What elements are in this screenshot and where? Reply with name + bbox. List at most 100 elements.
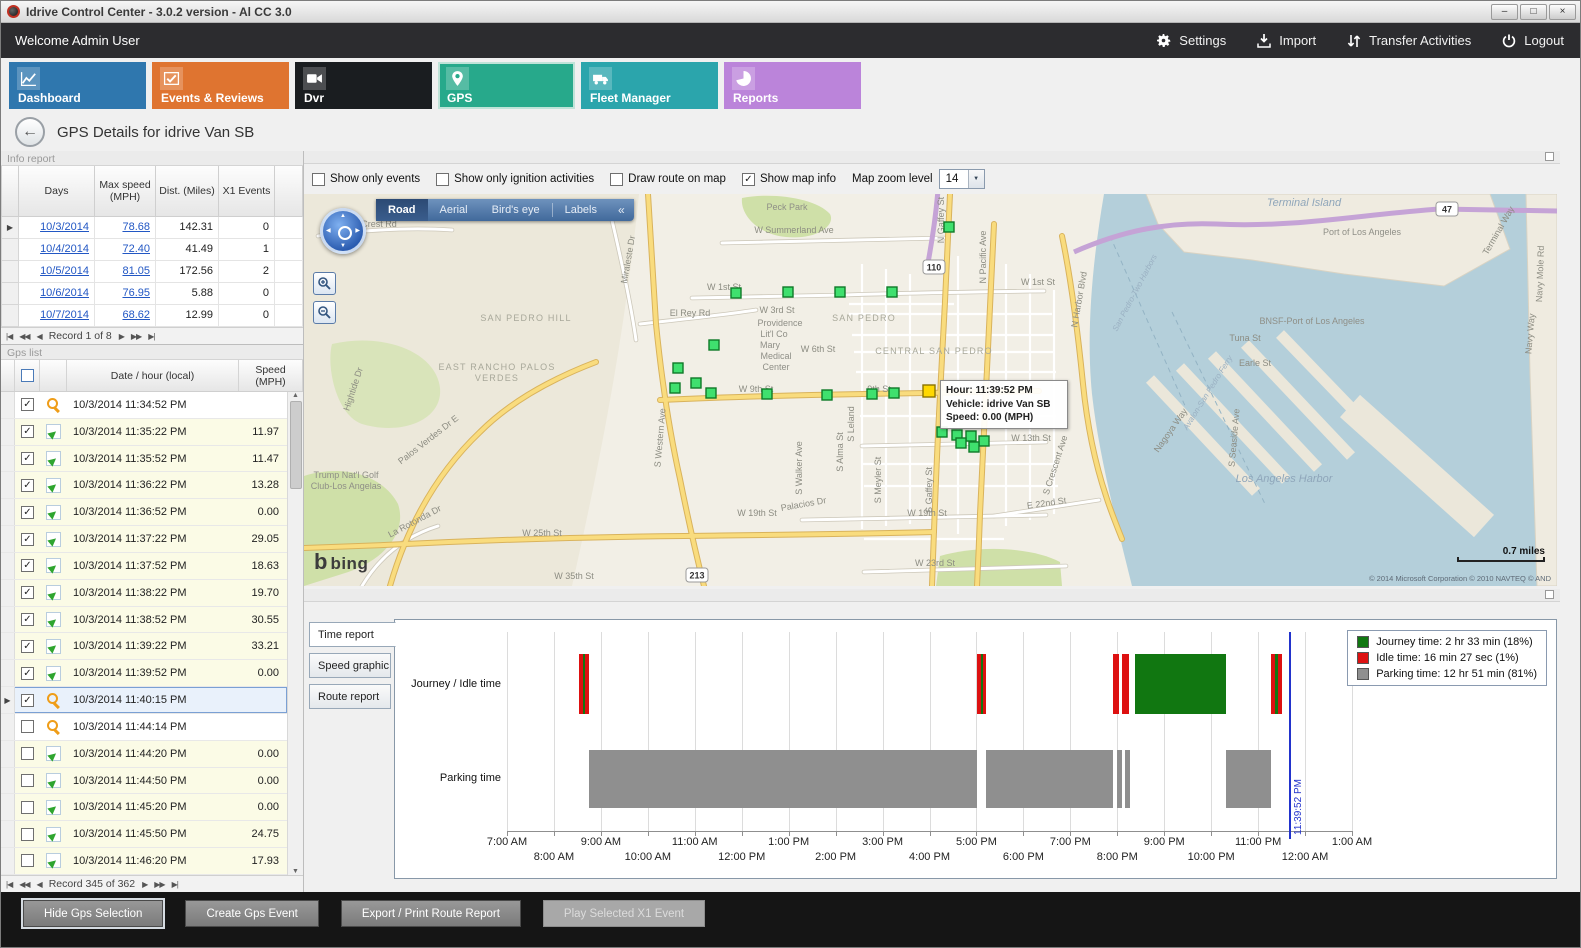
day-link[interactable]: 10/5/2014 (40, 265, 89, 277)
tab-events-reviews[interactable]: Events & Reviews (152, 62, 289, 109)
row-checkbox[interactable]: ✓ (21, 425, 34, 438)
bing-map[interactable]: Crest RdPeck ParkW Summerland AveMirales… (304, 194, 1557, 586)
gps-marker[interactable] (670, 383, 680, 393)
row-checkbox[interactable] (21, 720, 34, 733)
gps-row[interactable]: ✓10/3/2014 11:37:52 PM18.63 (1, 553, 287, 580)
row-checkbox[interactable]: ✓ (21, 667, 34, 680)
first-record-button[interactable]: |◀ (6, 332, 12, 341)
gps-row[interactable]: ✓10/3/2014 11:37:22 PM29.05 (1, 526, 287, 553)
gps-row[interactable]: ▶✓10/3/2014 11:40:15 PM (1, 687, 287, 714)
zoom-level-dropdown[interactable]: 14 ▼ (939, 169, 985, 189)
import-button[interactable]: Import (1256, 33, 1316, 49)
select-all-checkbox[interactable] (21, 369, 34, 382)
gps-row[interactable]: ✓10/3/2014 11:38:52 PM30.55 (1, 607, 287, 634)
gps-marker[interactable] (706, 388, 716, 398)
gps-row[interactable]: 10/3/2014 11:44:20 PM0.00 (1, 741, 287, 768)
gps-row[interactable]: ✓10/3/2014 11:39:22 PM33.21 (1, 633, 287, 660)
row-checkbox[interactable] (21, 854, 34, 867)
tab-dvr[interactable]: Dvr (295, 62, 432, 109)
col-speed[interactable]: Speed (MPH) (239, 360, 303, 391)
next-page-button[interactable]: ▶▶ (131, 332, 141, 341)
map-type-road[interactable]: Road (376, 199, 428, 221)
row-checkbox[interactable]: ✓ (21, 506, 34, 519)
gps-row[interactable]: 10/3/2014 11:44:14 PM (1, 714, 287, 741)
row-checkbox[interactable]: ✓ (21, 640, 34, 653)
col-x1-events[interactable]: X1 Events (219, 166, 275, 216)
gps-list-scrollbar[interactable]: ▲ ▼ (287, 392, 303, 875)
gps-row[interactable]: 10/3/2014 11:44:50 PM0.00 (1, 768, 287, 795)
gps-marker[interactable] (867, 389, 877, 399)
gps-marker[interactable] (709, 340, 719, 350)
transfer-activities-button[interactable]: Transfer Activities (1346, 33, 1471, 49)
info-report-row[interactable]: 10/5/201481.05172.562 (2, 260, 303, 282)
gps-marker[interactable] (944, 222, 954, 232)
back-button[interactable]: ← (15, 117, 45, 147)
gps-row[interactable]: ✓10/3/2014 11:36:52 PM0.00 (1, 499, 287, 526)
gps-marker[interactable] (691, 378, 701, 388)
tab-dashboard[interactable]: Dashboard (9, 62, 146, 109)
hide-gps-selection-button[interactable]: Hide Gps Selection (23, 900, 163, 927)
prev-page-button[interactable]: ◀◀ (19, 332, 29, 341)
row-checkbox[interactable]: ✓ (21, 533, 34, 546)
pan-west-icon[interactable] (326, 227, 331, 234)
zoom-in-button[interactable] (313, 272, 336, 295)
minimize-button[interactable]: – (1491, 4, 1518, 20)
maximize-button[interactable]: □ (1520, 4, 1547, 20)
gps-row[interactable]: 10/3/2014 11:45:50 PM24.75 (1, 821, 287, 848)
row-checkbox[interactable]: ✓ (21, 694, 34, 707)
gps-row[interactable]: 10/3/2014 11:45:20 PM0.00 (1, 794, 287, 821)
row-checkbox[interactable] (21, 801, 34, 814)
next-record-button[interactable]: ▶ (119, 332, 124, 341)
gps-marker[interactable] (956, 438, 966, 448)
scrollbar-thumb[interactable] (290, 401, 302, 489)
day-link[interactable]: 10/7/2014 (40, 309, 89, 321)
export-print-route-report-button[interactable]: Export / Print Route Report (341, 900, 521, 927)
max-speed-link[interactable]: 78.68 (122, 221, 150, 233)
last-record-button[interactable]: ▶| (148, 332, 154, 341)
gps-marker[interactable] (966, 431, 976, 441)
row-checkbox[interactable]: ✓ (21, 398, 34, 411)
row-checkbox[interactable] (21, 747, 34, 760)
tab-speed-graphic[interactable]: Speed graphic (309, 653, 391, 678)
max-speed-link[interactable]: 72.40 (122, 243, 150, 255)
info-report-row[interactable]: 10/4/201472.4041.491 (2, 238, 303, 260)
gps-marker[interactable] (937, 427, 947, 437)
gps-row[interactable]: 10/3/2014 11:46:20 PM17.93 (1, 848, 287, 875)
next-page-button[interactable]: ▶▶ (154, 880, 164, 889)
map-pan-compass[interactable] (320, 208, 366, 254)
tab-gps[interactable]: GPS (438, 62, 575, 109)
selected-gps-marker[interactable] (923, 385, 935, 397)
gps-row[interactable]: ✓10/3/2014 11:35:22 PM11.97 (1, 419, 287, 446)
collapse-panel-icon[interactable] (1545, 152, 1554, 161)
row-checkbox[interactable]: ✓ (21, 586, 34, 599)
row-checkbox[interactable]: ✓ (21, 479, 34, 492)
scroll-up-icon[interactable]: ▲ (292, 392, 299, 399)
create-gps-event-button[interactable]: Create Gps Event (185, 900, 318, 927)
last-record-button[interactable]: ▶| (172, 880, 178, 889)
map-type-birds-eye[interactable]: Bird's eye (480, 199, 552, 221)
gps-marker[interactable] (822, 390, 832, 400)
gps-marker[interactable] (835, 287, 845, 297)
logout-button[interactable]: Logout (1501, 33, 1564, 49)
scroll-down-icon[interactable]: ▼ (292, 868, 299, 875)
gps-marker[interactable] (762, 389, 772, 399)
pan-east-icon[interactable] (355, 227, 360, 234)
map-bar-collapse-button[interactable]: « (609, 199, 634, 221)
gps-row[interactable]: ✓10/3/2014 11:36:22 PM13.28 (1, 472, 287, 499)
row-checkbox[interactable] (21, 828, 34, 841)
show-only-ignition-checkbox[interactable]: Show only ignition activities (436, 173, 594, 186)
close-button[interactable]: × (1549, 4, 1576, 20)
col-distance[interactable]: Dist. (Miles) (156, 166, 219, 216)
tab-reports[interactable]: Reports (724, 62, 861, 109)
info-report-row[interactable]: 10/7/201468.6212.990 (2, 304, 303, 326)
gps-row[interactable]: ✓10/3/2014 11:38:22 PM19.70 (1, 580, 287, 607)
pan-south-icon[interactable] (340, 243, 346, 249)
map-labels-toggle[interactable]: Labels (553, 199, 609, 221)
col-days[interactable]: Days (19, 166, 95, 216)
info-report-row[interactable]: 10/6/201476.955.880 (2, 282, 303, 304)
show-only-events-checkbox[interactable]: Show only events (312, 173, 420, 186)
gps-marker[interactable] (887, 287, 897, 297)
prev-page-button[interactable]: ◀◀ (19, 880, 29, 889)
col-datetime[interactable]: Date / hour (local) (67, 360, 239, 391)
row-checkbox[interactable]: ✓ (21, 559, 34, 572)
